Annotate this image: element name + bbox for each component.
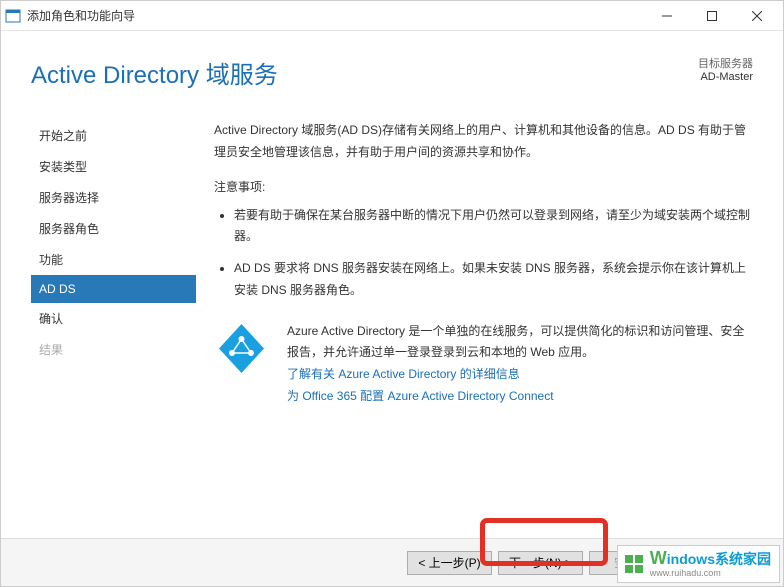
- next-button[interactable]: 下一步(N) >: [498, 551, 583, 575]
- previous-button[interactable]: < 上一步(P): [407, 551, 492, 575]
- app-icon: [5, 8, 21, 24]
- sidebar-item-server-roles[interactable]: 服务器角色: [31, 213, 196, 244]
- sidebar-item-server-select[interactable]: 服务器选择: [31, 182, 196, 213]
- wizard-window: 添加角色和功能向导 Active Directory 域服务 目标服务器 AD-…: [0, 0, 784, 587]
- window-title: 添加角色和功能向导: [27, 7, 644, 24]
- list-item: 若要有助于确保在某台服务器中断的情况下用户仍然可以登录到网络，请至少为域安装两个…: [234, 205, 753, 248]
- azure-link-office365[interactable]: 为 Office 365 配置 Azure Active Directory C…: [287, 386, 753, 406]
- watermark-text: Windows系统家园 www.ruihadu.com: [650, 549, 771, 579]
- windows-logo-icon: [623, 553, 645, 575]
- sidebar: 开始之前 安装类型 服务器选择 服务器角色 功能 AD DS 确认 结果: [1, 100, 196, 538]
- azure-text: Azure Active Directory 是一个单独的在线服务，可以提供简化…: [287, 321, 753, 407]
- target-server-name: AD-Master: [698, 71, 753, 83]
- azure-description: Azure Active Directory 是一个单独的在线服务，可以提供简化…: [287, 321, 753, 362]
- titlebar: 添加角色和功能向导: [1, 1, 783, 31]
- minimize-button[interactable]: [644, 2, 689, 30]
- sidebar-item-before-begin[interactable]: 开始之前: [31, 120, 196, 151]
- sidebar-item-confirm[interactable]: 确认: [31, 303, 196, 334]
- target-server: 目标服务器 AD-Master: [698, 55, 753, 83]
- list-item: AD DS 要求将 DNS 服务器安装在网络上。如果未安装 DNS 服务器，系统…: [234, 258, 753, 301]
- page-title: Active Directory 域服务: [31, 55, 278, 90]
- sidebar-item-features[interactable]: 功能: [31, 244, 196, 275]
- azure-link-learn-more[interactable]: 了解有关 Azure Active Directory 的详细信息: [287, 364, 753, 384]
- close-button[interactable]: [734, 2, 779, 30]
- content-area: Active Directory 域服务 目标服务器 AD-Master 开始之…: [1, 31, 783, 586]
- intro-text: Active Directory 域服务(AD DS)存储有关网络上的用户、计算…: [214, 120, 753, 163]
- sidebar-item-install-type[interactable]: 安装类型: [31, 151, 196, 182]
- maximize-button[interactable]: [689, 2, 734, 30]
- target-server-label: 目标服务器: [698, 55, 753, 71]
- window-controls: [644, 2, 779, 30]
- notice-list: 若要有助于确保在某台服务器中断的情况下用户仍然可以登录到网络，请至少为域安装两个…: [214, 205, 753, 301]
- sidebar-item-adds[interactable]: AD DS: [31, 275, 196, 303]
- sidebar-item-results: 结果: [31, 334, 196, 365]
- azure-info-box: Azure Active Directory 是一个单独的在线服务，可以提供简化…: [214, 321, 753, 407]
- azure-icon: [214, 321, 269, 376]
- content-panel: Active Directory 域服务(AD DS)存储有关网络上的用户、计算…: [196, 100, 783, 538]
- watermark: Windows系统家园 www.ruihadu.com: [617, 545, 780, 583]
- header-section: Active Directory 域服务 目标服务器 AD-Master: [1, 31, 783, 100]
- watermark-url: www.ruihadu.com: [650, 569, 771, 579]
- main-body: 开始之前 安装类型 服务器选择 服务器角色 功能 AD DS 确认 结果 Act…: [1, 100, 783, 538]
- notice-title: 注意事项:: [214, 177, 753, 199]
